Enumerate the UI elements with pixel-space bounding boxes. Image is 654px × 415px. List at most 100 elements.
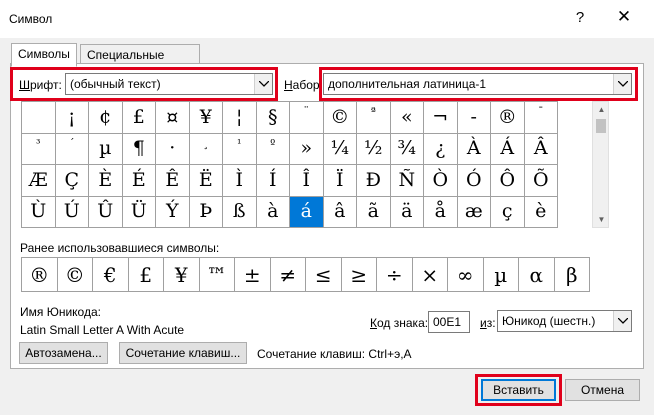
close-icon[interactable]: ✕	[614, 7, 634, 27]
symbol-cell[interactable]: È	[89, 165, 123, 197]
recent-symbol-cell[interactable]: ≥	[341, 258, 377, 292]
from-label: из:	[480, 316, 496, 330]
shortcut-key-button[interactable]: Сочетание клавиш...	[119, 342, 247, 364]
autocorrect-button[interactable]: Автозамена...	[19, 342, 108, 364]
symbol-cell[interactable]: º	[256, 133, 290, 165]
symbol-cell[interactable]: ½	[357, 133, 391, 165]
recent-symbol-cell[interactable]: ×	[412, 258, 448, 292]
symbol-cell[interactable]: ¥	[189, 102, 223, 134]
symbol-cell[interactable]: Ç	[55, 165, 89, 197]
symbol-cell[interactable]: ¶	[122, 133, 156, 165]
symbol-cell[interactable]: ¡	[55, 102, 89, 134]
recent-symbol-cell[interactable]: €	[93, 258, 129, 292]
recent-symbol-cell[interactable]: α	[519, 258, 555, 292]
symbol-cell[interactable]: ç	[491, 196, 525, 228]
recent-symbol-cell[interactable]: ®	[22, 258, 58, 292]
recent-symbol-cell[interactable]: ™	[199, 258, 235, 292]
symbol-cell[interactable]: ·	[156, 133, 190, 165]
recent-symbol-cell[interactable]: β	[554, 258, 590, 292]
recent-symbol-cell[interactable]: ≠	[270, 258, 306, 292]
char-code-input[interactable]: 00E1	[428, 311, 470, 333]
symbol-cell[interactable]: Ð	[357, 165, 391, 197]
symbol-cell[interactable]: Ê	[156, 165, 190, 197]
symbol-cell[interactable]: ¾	[390, 133, 424, 165]
symbol-cell[interactable]: ¼	[323, 133, 357, 165]
cancel-button[interactable]: Отмена	[565, 379, 640, 401]
symbol-cell[interactable]: §	[256, 102, 290, 134]
symbol-cell[interactable]: Ù	[22, 196, 56, 228]
symbol-cell[interactable]: ¤	[156, 102, 190, 134]
symbol-cell[interactable]: Ó	[457, 165, 491, 197]
symbol-cell[interactable]: ¬	[424, 102, 458, 134]
symbol-cell[interactable]: Þ	[189, 196, 223, 228]
recent-symbol-cell[interactable]: ¥	[164, 258, 200, 292]
symbol-cell[interactable]: à	[256, 196, 290, 228]
symbol-cell[interactable]: Ñ	[390, 165, 424, 197]
symbol-cell[interactable]: Â	[524, 133, 558, 165]
help-icon[interactable]: ?	[570, 9, 590, 26]
symbol-cell[interactable]: ´	[55, 133, 89, 165]
symbol-cell[interactable]: æ	[457, 196, 491, 228]
symbol-cell[interactable]: ä	[390, 196, 424, 228]
scrollbar-thumb[interactable]	[596, 119, 606, 133]
symbol-cell[interactable]: Ò	[424, 165, 458, 197]
tab-symbols[interactable]: Символы	[11, 43, 77, 67]
recent-symbol-cell[interactable]: ±	[235, 258, 271, 292]
scroll-down-icon[interactable]: ▼	[597, 215, 606, 224]
symbol-cell[interactable]: ß	[223, 196, 257, 228]
symbol-cell[interactable]: À	[457, 133, 491, 165]
symbol-cell[interactable]: ®	[491, 102, 525, 134]
symbol-cell[interactable]: â	[323, 196, 357, 228]
recent-symbols-label: Ранее использовавшиеся символы:	[20, 241, 220, 255]
symbol-cell[interactable]: ©	[323, 102, 357, 134]
symbol-cell[interactable]: £	[122, 102, 156, 134]
symbol-grid-scrollbar[interactable]: ▲ ▼	[592, 101, 609, 228]
recent-symbol-cell[interactable]: £	[128, 258, 164, 292]
from-select[interactable]: Юникод (шестн.)	[497, 310, 632, 332]
symbol-cell[interactable]: Ú	[55, 196, 89, 228]
symbol-cell[interactable]: -	[457, 102, 491, 134]
symbol-cell[interactable]: ã	[357, 196, 391, 228]
symbol-cell[interactable]: µ	[89, 133, 123, 165]
char-code-label-rest: од знака:	[377, 316, 429, 330]
symbol-cell[interactable]: »	[290, 133, 324, 165]
symbol-cell[interactable]	[22, 102, 56, 134]
symbol-cell[interactable]: Ü	[122, 196, 156, 228]
scroll-up-icon[interactable]: ▲	[597, 105, 606, 114]
recent-symbol-cell[interactable]: µ	[483, 258, 519, 292]
chevron-down-icon	[618, 318, 628, 324]
symbol-cell[interactable]: ¦	[223, 102, 257, 134]
symbol-cell[interactable]: ¯	[524, 102, 558, 134]
symbol-cell[interactable]: Æ	[22, 165, 56, 197]
symbol-cell[interactable]: ³	[22, 133, 56, 165]
symbol-cell[interactable]: Ý	[156, 196, 190, 228]
symbol-cell[interactable]: ¸	[189, 133, 223, 165]
symbol-cell[interactable]: É	[122, 165, 156, 197]
shortcut-key-text: Сочетание клавиш: Ctrl+э,A	[257, 347, 412, 361]
symbol-cell[interactable]: å	[424, 196, 458, 228]
symbol-cell[interactable]: Ë	[189, 165, 223, 197]
symbol-cell[interactable]: ¢	[89, 102, 123, 134]
symbol-cell[interactable]: Î	[290, 165, 324, 197]
recent-symbol-cell[interactable]: ∞	[448, 258, 484, 292]
recent-symbol-cell[interactable]: ÷	[377, 258, 413, 292]
symbol-cell[interactable]: «	[390, 102, 424, 134]
symbol-cell[interactable]: ¨	[290, 102, 324, 134]
symbol-cell[interactable]: Õ	[524, 165, 558, 197]
symbol-cell[interactable]: è	[524, 196, 558, 228]
symbol-cell[interactable]: ¹	[223, 133, 257, 165]
symbol-cell[interactable]: Á	[491, 133, 525, 165]
from-dropdown-button[interactable]	[613, 311, 631, 331]
symbol-cell[interactable]: Ï	[323, 165, 357, 197]
symbol-cell[interactable]: ¿	[424, 133, 458, 165]
symbol-cell[interactable]: ª	[357, 102, 391, 134]
recent-symbol-cell[interactable]: ©	[57, 258, 93, 292]
symbol-cell[interactable]: Ô	[491, 165, 525, 197]
symbol-cell[interactable]: Ì	[223, 165, 257, 197]
recent-symbols-grid: ® © € £ ¥ ™ ± ≠ ≤ ≥ ÷ × ∞ µ α β	[21, 257, 590, 292]
symbol-cell[interactable]: Í	[256, 165, 290, 197]
recent-symbol-cell[interactable]: ≤	[306, 258, 342, 292]
window-title: Символ	[9, 12, 53, 26]
symbol-cell[interactable]: á	[290, 196, 324, 228]
symbol-cell[interactable]: Û	[89, 196, 123, 228]
